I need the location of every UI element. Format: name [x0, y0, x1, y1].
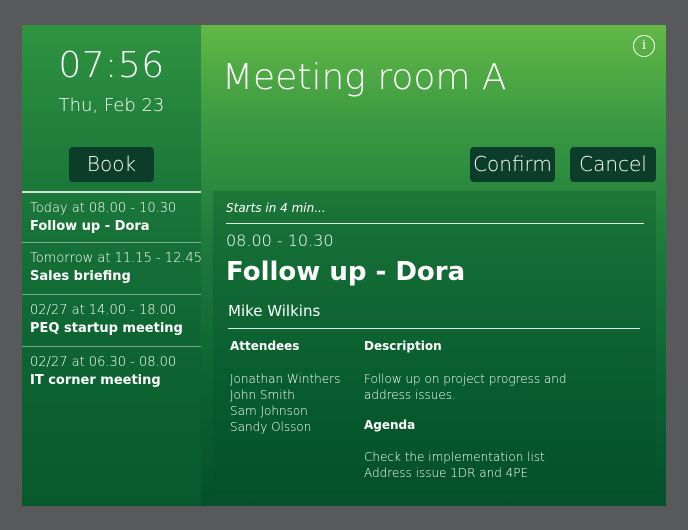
- info-icon[interactable]: i: [633, 35, 655, 57]
- divider: [228, 328, 640, 329]
- meeting-status: Starts in 4 min...: [226, 201, 326, 215]
- sidebar: 07:56 Thu, Feb 23 Book Today at 08.00 - …: [22, 25, 203, 506]
- meeting-time-range: 08.00 - 10.30: [226, 231, 334, 250]
- agenda-list: Check the implementation list Address is…: [364, 449, 545, 481]
- meeting-list-item[interactable]: 02/27 at 14.00 - 18.00 PEQ startup meeti…: [22, 295, 201, 347]
- attendee: Jonathan Winthers: [230, 372, 341, 386]
- agenda-item: Address issue 1DR and 4PE: [364, 466, 529, 480]
- attendee-list: Jonathan Winthers John Smith Sam Johnson…: [230, 371, 340, 435]
- agenda-heading: Agenda: [364, 418, 416, 432]
- cancel-button[interactable]: Cancel: [570, 147, 656, 182]
- meeting-list: Today at 08.00 - 10.30 Follow up - Dora …: [22, 191, 203, 399]
- meeting-title: Follow up - Dora: [226, 257, 466, 287]
- agenda-item: Check the implementation list: [364, 450, 545, 464]
- meeting-list-item[interactable]: Tomorrow at 11.15 - 12.45 Sales briefing: [22, 243, 203, 295]
- clock: 07:56: [58, 45, 165, 86]
- room-title: Meeting room A: [222, 57, 507, 98]
- attendees-heading: Attendees: [230, 339, 300, 353]
- meeting-list-item[interactable]: 02/27 at 06.30 - 08.00 IT corner meeting: [22, 347, 201, 399]
- meeting-detail-panel: Starts in 4 min... 08.00 - 10.30 Follow …: [213, 191, 656, 494]
- attendee: Sandy Olsson: [230, 420, 312, 434]
- description-text: Follow up on project progress and addres…: [364, 372, 567, 402]
- description-heading: Description: [364, 339, 442, 353]
- meeting-title: PEQ startup meeting: [30, 321, 183, 336]
- attendee: John Smith: [230, 388, 295, 402]
- divider: [226, 223, 644, 224]
- room-display-screen: 07:56 Thu, Feb 23 Book Today at 08.00 - …: [22, 25, 666, 506]
- current-date: Thu, Feb 23: [58, 95, 165, 116]
- meeting-time: Tomorrow at 11.15 - 12.45: [30, 251, 203, 266]
- meeting-title: Follow up - Dora: [30, 219, 150, 234]
- meeting-title: Sales briefing: [30, 269, 131, 284]
- book-button[interactable]: Book: [69, 147, 154, 182]
- meeting-time: 02/27 at 06.30 - 08.00: [30, 355, 177, 370]
- meeting-time: 02/27 at 14.00 - 18.00: [30, 303, 177, 318]
- confirm-button[interactable]: Confirm: [470, 147, 555, 182]
- meeting-title: IT corner meeting: [30, 373, 161, 388]
- meeting-list-item[interactable]: Today at 08.00 - 10.30 Follow up - Dora: [22, 191, 201, 243]
- meeting-time: Today at 08.00 - 10.30: [30, 201, 177, 216]
- meeting-organizer: Mike Wilkins: [228, 302, 321, 320]
- attendee: Sam Johnson: [230, 404, 308, 418]
